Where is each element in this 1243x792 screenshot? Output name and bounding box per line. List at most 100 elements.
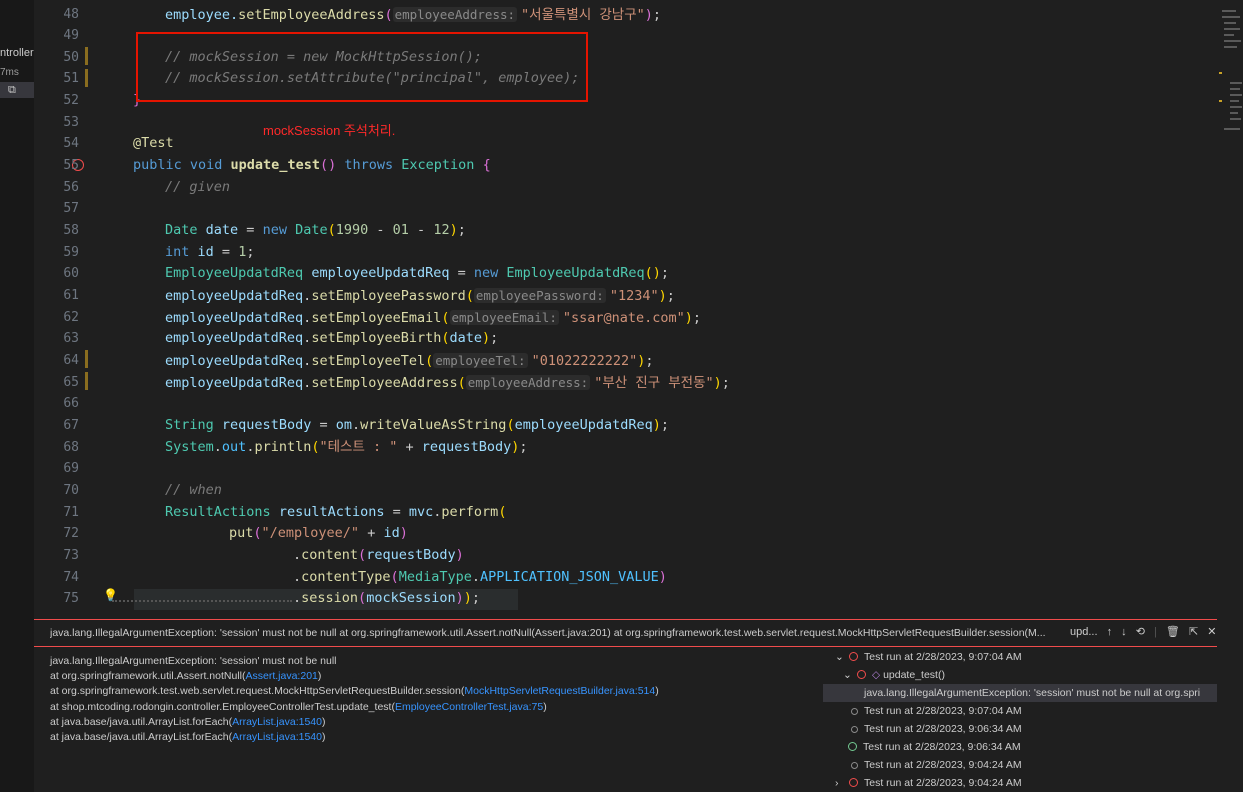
lightbulb-icon[interactable]: 💡 (103, 588, 118, 602)
highlight-box (136, 32, 588, 102)
code-line: 74 .contentType(MediaType.APPLICATION_JSO… (34, 567, 1216, 589)
line-number: 62 (63, 310, 79, 325)
test-run-item[interactable]: ⌄ Test run at 2/28/2023, 9:07:04 AM (823, 648, 1217, 666)
test-run-item[interactable]: › Test run at 2/28/2023, 9:04:24 AM (823, 774, 1217, 792)
code-token: employeeUpdatdReq.setEmployeeTel(employe… (165, 353, 654, 369)
code-token: ) (455, 590, 464, 606)
sidebar-selected-row[interactable]: ⧉ (0, 82, 34, 98)
code-token: employeeUpdatdReq.setEmployeePassword(em… (165, 288, 675, 304)
arrow-up-icon[interactable]: ↑ (1107, 626, 1113, 638)
test-case-item[interactable]: ⌄ ◇ update_test() (823, 666, 1217, 684)
code-token: ( (311, 439, 320, 455)
trash-icon[interactable]: 🗑 (1166, 626, 1180, 638)
code-line: 66 (34, 393, 1216, 415)
code-line: 55 public void update_test() throws Excep… (34, 155, 1216, 177)
line-number: 49 (63, 28, 79, 43)
code-token: employeeEmail: (449, 310, 559, 325)
error-icon (849, 652, 858, 661)
code-token: "01022222222" (531, 353, 638, 369)
code-token: 1990 (335, 222, 369, 238)
trace-link[interactable]: ArrayList.java:1540 (232, 731, 322, 743)
minimap[interactable] (1216, 0, 1243, 619)
trace-line: at org.springframework.test.web.servlet.… (50, 685, 659, 697)
code-token: employeeUpdatdReq (165, 288, 304, 304)
indent-guide (112, 600, 292, 602)
item-text: at java.base/java.util.ArrayList.forEach… (50, 716, 233, 728)
line-number: 53 (63, 115, 79, 130)
code-token: Date (295, 222, 328, 238)
code-line: 53 (34, 112, 1216, 134)
code-token: // when (165, 482, 222, 498)
line-number: 51 (63, 71, 79, 86)
chevron-down-icon: ⌄ (843, 669, 852, 681)
run-dot-icon (851, 708, 858, 715)
code-token: public void (133, 157, 223, 173)
test-run-item[interactable]: Test run at 2/28/2023, 9:04:24 AM (823, 756, 1217, 774)
arrow-down-icon[interactable]: ↓ (1121, 626, 1127, 638)
peek-toolbar: upd... ↑ ↓ ⟲ | 🗑 ⇱ ✕ (1070, 626, 1217, 638)
code-token: "부산 진구 부전동" (594, 375, 714, 391)
item-text: java.lang.IllegalArgumentException: 'ses… (50, 655, 337, 667)
code-token: id (197, 244, 214, 260)
line-number: 74 (63, 570, 79, 585)
code-token: Date date = new Date(1990 - 01 - 12); (165, 222, 466, 238)
line-number: 63 (63, 331, 79, 346)
code-token: setEmployeeAddress (311, 375, 458, 391)
trace-link[interactable]: ArrayList.java:1540 (232, 716, 322, 728)
code-line: 62 employeeUpdatdReq.setEmployeeEmail(emp… (34, 307, 1216, 329)
line-number: 60 (63, 266, 79, 281)
sidebar-duration: 7ms (0, 67, 19, 78)
test-runs-tree: ⌄ Test run at 2/28/2023, 9:07:04 AM ⌄ ◇ upd… (823, 647, 1217, 792)
code-token: date (449, 330, 483, 346)
trace-link[interactable]: Assert.java:201 (246, 670, 318, 682)
test-message-item[interactable]: java.lang.IllegalArgumentException: 'ses… (823, 684, 1217, 702)
panel-gutter (1217, 647, 1243, 792)
code-token: setEmployeeTel (311, 353, 426, 369)
trace-line: at java.base/java.util.ArrayList.forEach… (50, 716, 325, 728)
code-token: employeeUpdatdReq.setEmployeeBirth(date)… (165, 330, 499, 346)
code-token: employeeUpdatdReq (514, 417, 653, 433)
open-external-icon[interactable]: ⇱ (1189, 626, 1198, 638)
code-token: Exception (401, 157, 475, 173)
code-token: employeeUpdatdReq (311, 265, 450, 281)
item-text: Test run at 2/28/2023, 9:04:24 AM (864, 777, 1022, 789)
code-token: ( (253, 525, 262, 541)
code-token: setEmployeeAddress (238, 7, 385, 23)
code-line: 59 int id = 1; (34, 242, 1216, 264)
code-token: ( (358, 590, 367, 606)
peek-tab-label[interactable]: upd... (1070, 626, 1098, 638)
sidebar-item-label[interactable]: ntroller (0, 47, 34, 59)
code-token: ) (684, 310, 693, 326)
trace-link[interactable]: MockHttpServletRequestBuilder.java:514 (464, 685, 655, 697)
chevron-down-icon: ⌄ (835, 651, 844, 663)
test-run-item[interactable]: Test run at 2/28/2023, 9:06:34 AM (823, 720, 1217, 738)
item-text: ) (321, 731, 326, 743)
trace-line: at java.base/java.util.ArrayList.forEach… (50, 731, 325, 743)
item-text: Test run at 2/28/2023, 9:04:24 AM (864, 759, 1022, 771)
item-text: ) (317, 670, 322, 682)
code-token: ( (441, 330, 450, 346)
code-token: 01 (392, 222, 409, 238)
copy-icon[interactable]: ⧉ (8, 83, 16, 97)
trace-link[interactable]: EmployeeControllerTest.java:75 (395, 701, 543, 713)
code-token: put("/employee/" + id) (229, 525, 408, 541)
history-icon[interactable]: ⟲ (1136, 626, 1145, 638)
line-number: 71 (63, 505, 79, 520)
code-token: writeValueAsString (360, 417, 507, 433)
code-token: ) (713, 375, 722, 391)
code-token: ) (658, 288, 667, 304)
code-line: 58 Date date = new Date(1990 - 01 - 12); (34, 220, 1216, 242)
code-token: public void update_test() throws Excepti… (133, 155, 491, 177)
item-text: at org.springframework.util.Assert.notNu… (50, 670, 246, 682)
line-number: 57 (63, 201, 79, 216)
test-run-item[interactable]: Test run at 2/28/2023, 9:07:04 AM (823, 702, 1217, 720)
stack-trace-panel: java.lang.IllegalArgumentException: 'ses… (34, 647, 823, 792)
line-number: 68 (63, 440, 79, 455)
code-token: ) (511, 439, 520, 455)
close-icon[interactable]: ✕ (1207, 626, 1216, 638)
test-run-item[interactable]: Test run at 2/28/2023, 9:06:34 AM (823, 738, 1217, 756)
code-token: employeeUpdatdReq (165, 375, 304, 391)
code-token: employeeUpdatdReq.setEmployeeAddress(emp… (165, 375, 730, 391)
code-token: content (301, 547, 359, 563)
code-token: ResultActions resultActions = mvc.perfor… (165, 504, 507, 520)
